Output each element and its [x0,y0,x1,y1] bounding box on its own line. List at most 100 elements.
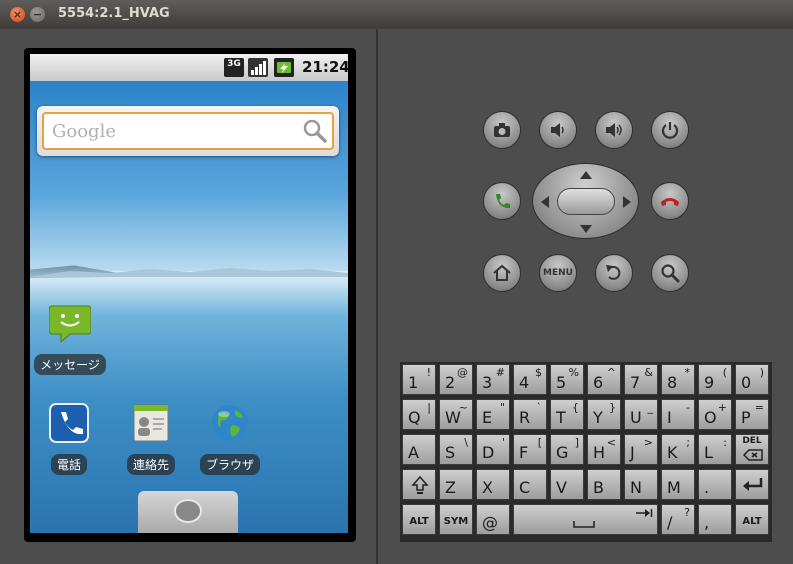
app-phone[interactable]: 電話 [44,402,94,475]
dpad-right-icon[interactable] [622,195,632,209]
key-h[interactable]: H < [587,434,621,465]
dpad-center-button[interactable] [557,188,615,215]
window-title: 5554:2.1_HVAG [58,6,170,21]
key-label: B [593,478,604,497]
launcher-arrow-icon[interactable] [174,499,202,523]
key-label: C [519,478,531,497]
key-label: @ [482,513,498,532]
volume-up-button[interactable] [595,111,633,149]
menu-button[interactable]: MENU [539,254,577,292]
key-y[interactable]: Y} [587,399,621,430]
key-p[interactable]: P = [735,399,769,430]
key-g[interactable]: G] [550,434,584,465]
app-messaging[interactable]: メッセージ [32,302,108,375]
key-9[interactable]: 9( [698,364,732,395]
key-k[interactable]: K; [661,434,695,465]
key-s[interactable]: S \ [439,434,473,465]
key-o[interactable]: O + [698,399,732,430]
enter-icon [743,478,763,491]
key-space[interactable] [513,504,658,535]
key-sym[interactable]: SYM [439,504,473,535]
call-button[interactable] [483,182,521,220]
key-i[interactable]: I- [661,399,695,430]
dpad-up-icon[interactable] [579,170,593,180]
key-u[interactable]: U _ [624,399,658,430]
key-4[interactable]: 4 $ [513,364,547,395]
camera-button[interactable] [483,111,521,149]
key-b[interactable]: B [587,469,621,500]
app-browser[interactable]: ブラウザ [196,402,264,475]
key-alt-label: ] [574,436,579,449]
volume-up-icon [606,123,622,137]
key-del[interactable]: DEL [735,434,769,465]
key-n[interactable]: N [624,469,658,500]
search-placeholder: Google [52,121,116,142]
key-3[interactable]: 3 # [476,364,510,395]
key-alt-label: ` [536,401,543,414]
key-at[interactable]: @ [476,504,510,535]
key-v[interactable]: V [550,469,584,500]
key-label: F [519,443,529,462]
key-r[interactable]: R ` [513,399,547,430]
key-label: 4 [519,373,530,392]
app-label-phone: 電話 [50,454,87,475]
key-period[interactable]: . [698,469,732,500]
key-label: 8 [667,373,678,392]
key-shift[interactable] [402,469,436,500]
key-w[interactable]: W ~ [439,399,473,430]
backspace-icon [743,449,763,461]
key-alt-right[interactable]: ALT [735,504,769,535]
power-button[interactable] [651,111,689,149]
key-d[interactable]: D ' [476,434,510,465]
minimize-window-button[interactable]: − [30,7,45,22]
key-t[interactable]: T{ [550,399,584,430]
key-enter[interactable] [735,469,769,500]
dpad-down-icon[interactable] [579,224,593,234]
key-alt-label: ( [722,366,727,379]
key-2[interactable]: 2 @ [439,364,473,395]
status-bar[interactable]: 3G 21:24 [30,54,350,81]
home-button[interactable] [483,254,521,292]
key-alt-label: | [427,401,431,414]
dpad[interactable] [532,163,639,239]
back-button[interactable] [595,254,633,292]
key-0[interactable]: 0) [735,364,769,395]
key-label: Q [408,408,421,427]
volume-down-button[interactable] [539,111,577,149]
shift-icon [411,475,429,494]
google-search-widget: Google [37,106,339,156]
key-z[interactable]: Z [439,469,473,500]
key-1[interactable]: 1! [402,364,436,395]
key-6[interactable]: 6 ^ [587,364,621,395]
key-slash[interactable]: /? [661,504,695,535]
key-alt-label: ? [684,506,690,519]
key-7[interactable]: 7 & [624,364,658,395]
menu-label: MENU [543,268,573,278]
key-label: S [445,443,456,462]
key-5[interactable]: 5% [550,364,584,395]
key-m[interactable]: M [661,469,695,500]
key-c[interactable]: C [513,469,547,500]
search-icon[interactable] [302,118,328,144]
app-contacts[interactable]: 連絡先 [118,402,184,475]
key-f[interactable]: F[ [513,434,547,465]
key-alt-left[interactable]: ALT [402,504,436,535]
dpad-left-icon[interactable] [540,195,550,209]
launcher-tray[interactable] [138,491,238,533]
end-call-button[interactable] [651,182,689,220]
key-e[interactable]: E " [476,399,510,430]
key-l[interactable]: L: [698,434,732,465]
close-window-button[interactable]: × [10,7,25,22]
status-time: 21:24 [302,58,350,76]
key-q[interactable]: Q | [402,399,436,430]
search-button[interactable] [651,254,689,292]
key-label: . [704,478,710,497]
key-j[interactable]: J > [624,434,658,465]
key-label: 9 [704,373,715,392]
key-a[interactable]: A [402,434,436,465]
search-input[interactable]: Google [42,112,334,150]
key-8[interactable]: 8 * [661,364,695,395]
key-x[interactable]: X [476,469,510,500]
key-comma[interactable]: , [698,504,732,535]
tab-icon [636,509,653,517]
